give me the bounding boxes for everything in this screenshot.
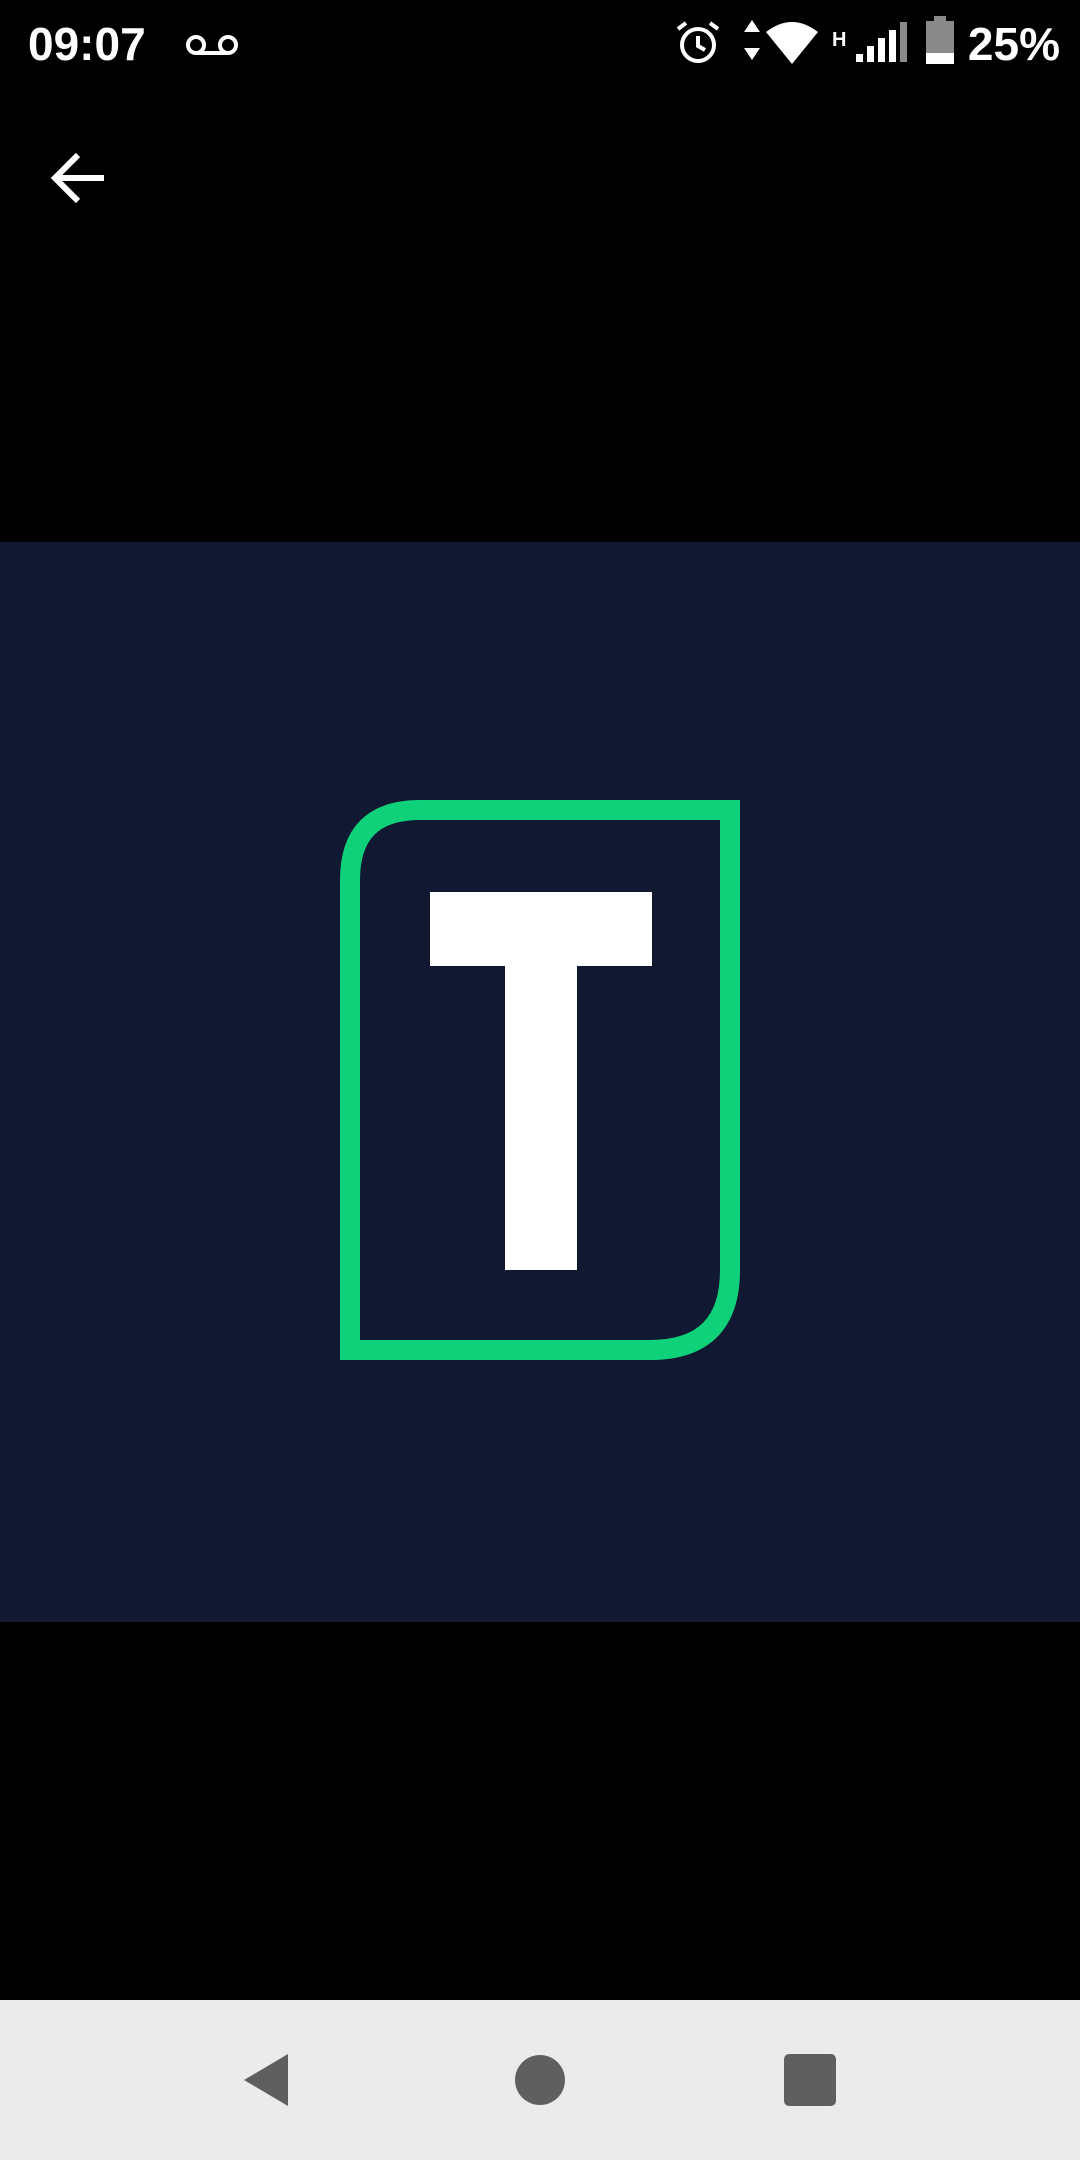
nav-back-button[interactable] bbox=[228, 2040, 308, 2120]
status-bar: 09:07 H 25% bbox=[0, 0, 1080, 90]
battery-icon bbox=[926, 16, 954, 64]
status-time: 09:07 bbox=[28, 18, 146, 70]
logo-letter-stem bbox=[505, 966, 577, 1270]
home-circle-icon bbox=[515, 2055, 565, 2105]
recents-square-icon bbox=[784, 2054, 836, 2106]
network-type-icon: H bbox=[832, 29, 847, 51]
alarm-icon bbox=[676, 21, 720, 63]
cell-signal-icon bbox=[856, 22, 907, 62]
image-viewer-screen: 09:07 H 25% bbox=[0, 0, 1080, 2160]
nav-home-button[interactable] bbox=[500, 2040, 580, 2120]
battery-percent: 25% bbox=[967, 18, 1060, 70]
data-arrows-icon bbox=[744, 20, 760, 60]
logo-letter-bar bbox=[430, 892, 652, 966]
back-triangle-icon bbox=[244, 2054, 288, 2106]
brand-logo bbox=[340, 800, 740, 1360]
nav-recents-button[interactable] bbox=[770, 2040, 850, 2120]
back-button[interactable] bbox=[50, 140, 146, 216]
system-navigation-bar bbox=[0, 2000, 1080, 2160]
arrow-left-icon bbox=[50, 152, 104, 204]
wifi-icon bbox=[766, 22, 818, 64]
voicemail-icon bbox=[186, 35, 238, 55]
